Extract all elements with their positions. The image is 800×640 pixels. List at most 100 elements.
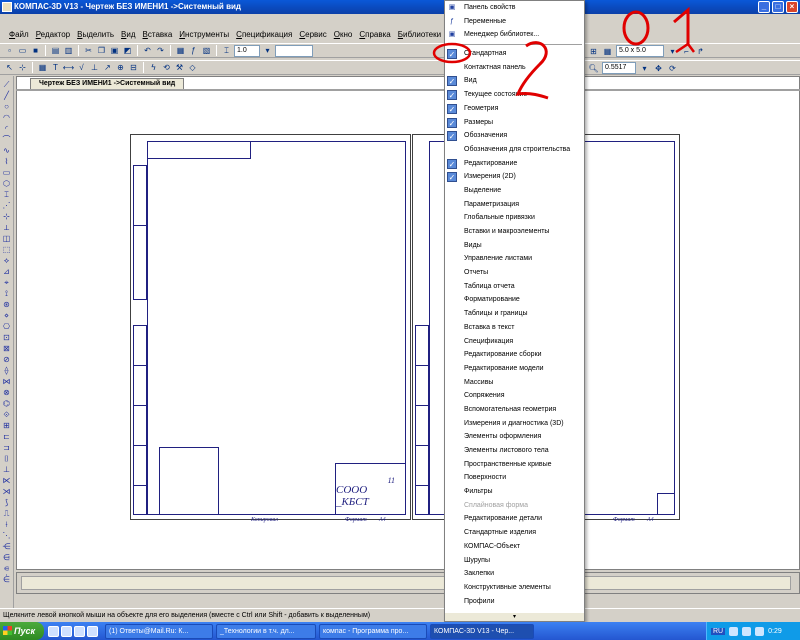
toolbar-toggle-item[interactable]: ✓ Измерения (2D) bbox=[445, 170, 584, 184]
coordinate-icon[interactable]: ⌐ bbox=[681, 46, 692, 57]
tool-icon[interactable]: ⟊ bbox=[2, 520, 12, 529]
properties-copy-icon[interactable]: ◩ bbox=[122, 45, 133, 56]
tool-icon[interactable]: ⊏ bbox=[2, 432, 12, 441]
taskbar-button[interactable]: компас - Программа про... bbox=[319, 623, 427, 639]
toolbar-toggle-item[interactable]: Контактная панель bbox=[445, 61, 584, 75]
tool-icon[interactable]: ⋉ bbox=[2, 476, 12, 485]
save-icon[interactable]: ■ bbox=[30, 45, 41, 56]
maximize-icon[interactable]: □ bbox=[772, 1, 784, 13]
menu-item[interactable]: Редактор bbox=[33, 28, 73, 41]
rough-icon[interactable]: √ bbox=[76, 62, 87, 73]
local-cs-icon[interactable]: ↱ bbox=[695, 46, 706, 57]
toolbar-toggle-item[interactable]: Вспомогательная геометрия bbox=[445, 403, 584, 417]
tool-icon[interactable]: ○ bbox=[2, 102, 12, 111]
tool-icon[interactable]: ⌬ bbox=[2, 399, 12, 408]
toolbar-toggle-item[interactable]: Обозначения для строительства bbox=[445, 143, 584, 157]
toolbar-toggle-item[interactable]: Виды bbox=[445, 239, 584, 253]
line-width-combo[interactable]: 1.0 bbox=[234, 44, 260, 57]
minimize-icon[interactable]: _ bbox=[758, 1, 770, 13]
tool-icon[interactable]: ⊗ bbox=[2, 388, 12, 397]
text-icon[interactable]: T bbox=[50, 62, 61, 73]
tool-icon[interactable]: ⊘ bbox=[2, 355, 12, 364]
menu-item[interactable]: Файл bbox=[6, 28, 32, 41]
tool-icon[interactable]: ▭ bbox=[2, 168, 12, 177]
new-document-icon[interactable]: ▫ bbox=[4, 45, 15, 56]
preview-icon[interactable]: ▥ bbox=[63, 45, 74, 56]
toolbar-toggle-item[interactable]: Форматирование bbox=[445, 293, 584, 307]
toolbar-toggle-item[interactable]: Выделение bbox=[445, 184, 584, 198]
tool-icon[interactable]: ⟡ bbox=[2, 256, 12, 265]
tool-icon[interactable]: ⬚ bbox=[2, 245, 12, 254]
reset-icon[interactable]: ⟲ bbox=[161, 62, 172, 73]
snap-icon[interactable]: ⊹ bbox=[17, 62, 28, 73]
table-icon[interactable]: ▦ bbox=[37, 62, 48, 73]
manager-icon[interactable]: ▦ bbox=[175, 45, 186, 56]
toolbar-toggle-item[interactable]: Сопряжения bbox=[445, 389, 584, 403]
taskbar-button[interactable]: _Технологии в т.ч. дл... bbox=[216, 623, 316, 639]
tool-icon[interactable]: ⊞ bbox=[2, 421, 12, 430]
undo-icon[interactable]: ↶ bbox=[142, 45, 153, 56]
tool-icon[interactable]: ⌷ bbox=[2, 454, 12, 463]
menu-item[interactable]: ƒ Переменные bbox=[445, 15, 584, 29]
toolbar-toggle-item[interactable]: Управление листами bbox=[445, 252, 584, 266]
desktop-icon[interactable] bbox=[48, 625, 59, 637]
language-indicator[interactable]: RU bbox=[711, 627, 726, 635]
toolbar-toggle-item[interactable]: Заклепки bbox=[445, 567, 584, 581]
tool-icon[interactable]: ⌶ bbox=[2, 190, 12, 199]
start-button[interactable]: Пуск bbox=[0, 622, 44, 640]
tool-icon[interactable]: ⟂ bbox=[2, 223, 12, 232]
toolbar-toggle-item[interactable]: КОМПАС-Объект bbox=[445, 540, 584, 554]
tool-icon[interactable]: ⟠ bbox=[2, 366, 12, 375]
toolbar-toggle-item[interactable]: ✓ Текущее состояние bbox=[445, 88, 584, 102]
media-icon[interactable] bbox=[74, 625, 85, 637]
toolbar-toggle-item[interactable]: Редактирование сборки bbox=[445, 348, 584, 362]
menu-item[interactable]: Библиотеки bbox=[395, 28, 444, 41]
menu-item[interactable]: Справка bbox=[356, 28, 393, 41]
toolbar-toggle-item[interactable]: Элементы оформления bbox=[445, 430, 584, 444]
tool-icon[interactable]: ⌒ bbox=[2, 135, 12, 144]
tool-icon[interactable]: ⋄ bbox=[2, 311, 12, 320]
tool-icon[interactable]: ∿ bbox=[2, 146, 12, 155]
menu-item[interactable]: Спецификация bbox=[233, 28, 295, 41]
close-icon[interactable]: × bbox=[786, 1, 798, 13]
toolbar-toggle-item[interactable]: Шурупы bbox=[445, 554, 584, 568]
tool-icon[interactable]: ⟐ bbox=[2, 410, 12, 419]
tool-icon[interactable]: ⋰ bbox=[2, 201, 12, 210]
line-style-icon[interactable]: ⌶ bbox=[221, 45, 232, 56]
tool-icon[interactable]: ⊿ bbox=[2, 267, 12, 276]
copy-icon[interactable]: ❐ bbox=[96, 45, 107, 56]
tool-icon[interactable]: ⋲ bbox=[2, 542, 12, 551]
tool-icon[interactable]: ⊠ bbox=[2, 344, 12, 353]
toolbar-toggle-item[interactable]: Отчеты bbox=[445, 266, 584, 280]
zoom-icon[interactable]: 🔍︎ bbox=[588, 63, 599, 74]
leader-icon[interactable]: ↗ bbox=[102, 62, 113, 73]
dimension-icon[interactable]: ⟷ bbox=[63, 62, 74, 73]
select-icon[interactable]: ↖ bbox=[4, 62, 15, 73]
toolbar-toggle-item[interactable]: ✓ Редактирование bbox=[445, 157, 584, 171]
refresh-icon[interactable]: ⟳ bbox=[667, 63, 678, 74]
antivirus-icon[interactable] bbox=[755, 626, 765, 636]
ortho-icon[interactable]: ⊞ bbox=[588, 46, 599, 57]
cut-icon[interactable]: ✂ bbox=[83, 45, 94, 56]
grid-icon[interactable]: ▦ bbox=[602, 46, 613, 57]
tool-icon[interactable]: ⌖ bbox=[2, 278, 12, 287]
redo-icon[interactable]: ↷ bbox=[155, 45, 166, 56]
menu-item[interactable]: Вставка bbox=[140, 28, 176, 41]
tolerance-icon[interactable]: ⊟ bbox=[128, 62, 139, 73]
chevron-down-icon[interactable]: ▾ bbox=[262, 45, 273, 56]
menu-item[interactable]: Выделить bbox=[74, 28, 117, 41]
variables-icon[interactable]: ƒ bbox=[188, 45, 199, 56]
tool-icon[interactable]: ╱ bbox=[2, 91, 12, 100]
taskbar-button[interactable]: КОМПАС-3D V13 - Чер... bbox=[430, 623, 534, 639]
tool-icon[interactable]: ⊹ bbox=[2, 212, 12, 221]
toolbar-toggle-item[interactable]: ✓ Стандартная bbox=[445, 47, 584, 61]
toolbar-toggle-item[interactable]: Таблицы и границы bbox=[445, 307, 584, 321]
library-icon[interactable]: ▧ bbox=[201, 45, 212, 56]
toolbar-toggle-item[interactable]: Редактирование модели bbox=[445, 362, 584, 376]
wrench-icon[interactable]: ⚒ bbox=[174, 62, 185, 73]
tool-icon[interactable]: ◠ bbox=[2, 113, 12, 122]
toolbar-toggle-item[interactable]: Конструктивные элементы bbox=[445, 581, 584, 595]
tool-icon[interactable]: ⊡ bbox=[2, 333, 12, 342]
taskbar-button[interactable]: (1) Ответы@Mail.Ru: К... bbox=[105, 623, 213, 639]
position-icon[interactable]: ⊕ bbox=[115, 62, 126, 73]
